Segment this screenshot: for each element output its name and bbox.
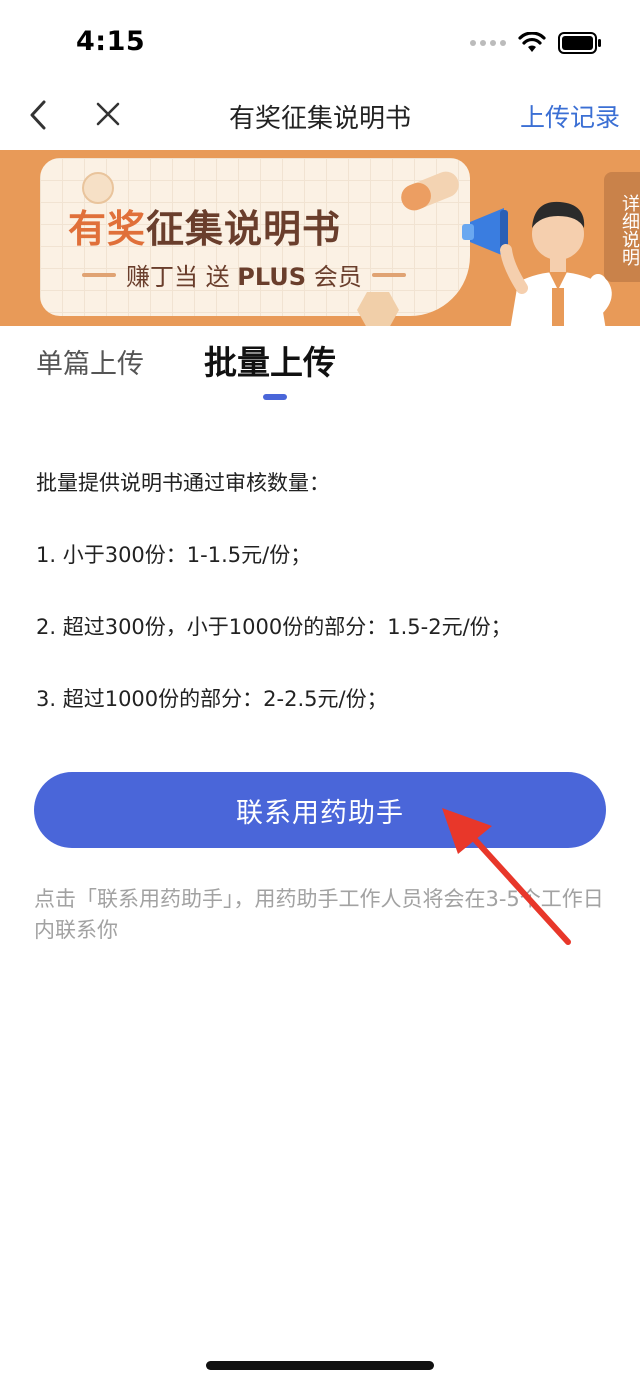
banner-subtitle-suffix: 会员 — [306, 263, 362, 291]
signal-icon — [470, 40, 506, 46]
tab-single-upload[interactable]: 单篇上传 — [36, 342, 144, 381]
upload-history-link[interactable]: 上传记录 — [520, 98, 620, 134]
arrow-annotation-icon — [442, 808, 571, 945]
home-indicator — [206, 1361, 434, 1370]
banner-subtitle-bold: PLUS — [237, 263, 307, 291]
status-bar: 4:15 — [0, 0, 640, 88]
upload-tabs: 单篇上传 批量上传 — [0, 330, 640, 410]
wifi-icon — [518, 32, 546, 52]
banner-title-main: 征集说明书 — [146, 207, 342, 251]
status-time: 4:15 — [76, 26, 146, 57]
batch-rule-1: 1. 小于300份：1-1.5元/份； — [36, 543, 312, 567]
pill-decoration-icon — [401, 171, 459, 211]
banner-subtitle: 赚丁当 送 PLUS 会员 — [82, 257, 406, 292]
batch-rule-3: 3. 超过1000份的部分：2-2.5元/份； — [36, 687, 388, 711]
tab-batch-upload[interactable]: 批量上传 — [204, 336, 336, 384]
battery-icon — [558, 32, 601, 54]
banner-title: 有奖征集说明书 — [68, 198, 341, 253]
hexagon-decoration-icon — [357, 292, 399, 326]
status-icons — [470, 30, 602, 56]
active-tab-indicator — [263, 394, 287, 400]
banner-title-highlight: 有奖 — [68, 207, 147, 251]
batch-rule-2: 2. 超过300份，小于1000份的部分：1.5-2元/份； — [36, 615, 512, 639]
banner-subtitle-prefix: 赚丁当 送 — [126, 263, 238, 291]
megaphone-person-illustration — [462, 201, 612, 326]
details-tab[interactable]: 详细说明 — [604, 172, 640, 282]
promo-banner[interactable]: 有奖征集说明书 赚丁当 送 PLUS 会员 详细说明 — [0, 150, 640, 326]
batch-info: 批量提供说明书通过审核数量： 1. 小于300份：1-1.5元/份； 2. 超过… — [36, 468, 616, 756]
nav-bar: 有奖征集说明书 上传记录 — [0, 88, 640, 150]
batch-intro: 批量提供说明书通过审核数量： — [36, 471, 330, 495]
